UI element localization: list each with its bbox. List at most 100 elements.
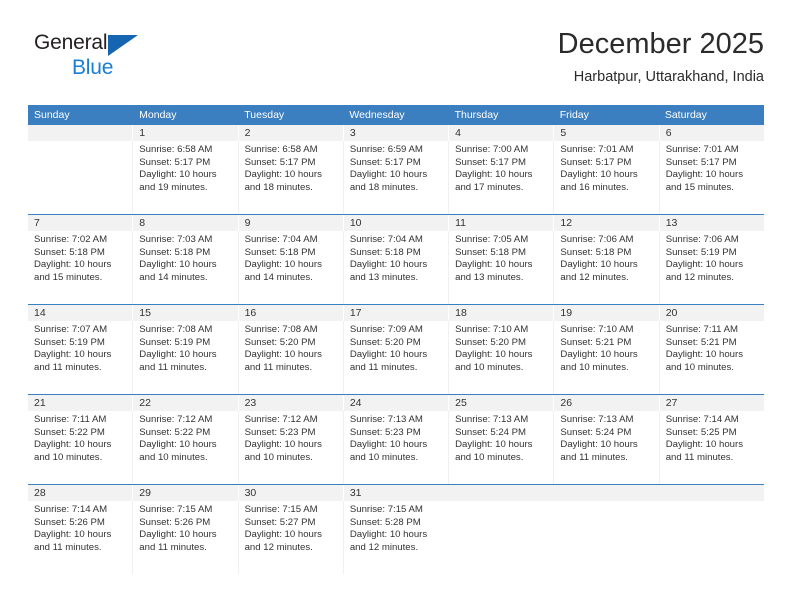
daylight-text-line1: Daylight: 10 hours <box>139 439 217 451</box>
day-number[interactable]: 20 <box>658 305 764 321</box>
day-number[interactable]: 12 <box>553 215 658 231</box>
sunset-text: Sunset: 5:26 PM <box>34 516 105 528</box>
page-header: General Blue December 2025 Harbatpur, Ut… <box>28 26 764 98</box>
daylight-text-line1: Daylight: 10 hours <box>665 439 744 451</box>
sunrise-text: Sunrise: 7:12 AM <box>139 414 213 425</box>
sunset-text: Sunset: 5:24 PM <box>560 426 632 438</box>
day-number[interactable]: 24 <box>342 395 448 411</box>
daylight-text-line2: and 11 minutes. <box>34 541 102 553</box>
week-row: 21 22 23 24 25 26 27 Sunrise: 7:11 AM Sunset: 5:… <box>28 394 764 484</box>
day-number[interactable]: 28 <box>28 485 132 501</box>
day-cell: Sunrise: 7:01 AM Sunset: 5:17 PM Daylight:… <box>553 141 658 214</box>
day-cell: Sunrise: 7:12 AM Sunset: 5:23 PM Daylight:… <box>237 411 343 484</box>
daylight-text-line2: and 10 minutes. <box>244 451 313 463</box>
sunset-text: Sunset: 5:18 PM <box>455 246 527 258</box>
daylight-text-line1: Daylight: 10 hours <box>244 349 322 361</box>
sunset-text: Sunset: 5:23 PM <box>244 426 316 438</box>
sunrise-text: Sunrise: 7:06 AM <box>560 234 634 245</box>
day-cell: Sunrise: 6:58 AM Sunset: 5:17 PM Daylight:… <box>237 141 343 214</box>
week-detail-row: Sunrise: 7:07 AM Sunset: 5:19 PM Daylight:… <box>28 321 764 394</box>
day-number[interactable]: 19 <box>553 305 658 321</box>
week-detail-row: Sunrise: 6:58 AM Sunset: 5:17 PM Daylight:… <box>28 141 764 214</box>
daylight-text-line1: Daylight: 10 hours <box>560 169 638 181</box>
general-blue-logo[interactable]: General Blue <box>34 30 154 86</box>
daylight-text-line1: Daylight: 10 hours <box>139 349 217 361</box>
daylight-text-line1: Daylight: 10 hours <box>560 259 638 271</box>
sunrise-text: Sunrise: 7:12 AM <box>244 414 318 425</box>
sunrise-text: Sunrise: 7:09 AM <box>349 324 423 335</box>
day-number[interactable]: 7 <box>28 215 132 231</box>
day-cell: Sunrise: 7:03 AM Sunset: 5:18 PM Daylight:… <box>132 231 237 304</box>
sunrise-text: Sunrise: 7:13 AM <box>560 414 634 425</box>
sunrise-text: Sunrise: 7:08 AM <box>139 324 213 335</box>
daylight-text-line1: Daylight: 10 hours <box>34 349 112 361</box>
day-number[interactable]: 17 <box>342 305 448 321</box>
day-cell: Sunrise: 7:14 AM Sunset: 5:26 PM Daylight:… <box>28 501 132 574</box>
sunset-text: Sunset: 5:17 PM <box>349 156 421 168</box>
day-cell: Sunrise: 7:02 AM Sunset: 5:18 PM Daylight:… <box>28 231 132 304</box>
day-number[interactable]: 15 <box>132 305 237 321</box>
daylight-text-line1: Daylight: 10 hours <box>139 529 217 541</box>
sunset-text: Sunset: 5:22 PM <box>139 426 211 438</box>
day-number[interactable]: 16 <box>237 305 343 321</box>
day-number[interactable]: 29 <box>132 485 237 501</box>
day-number[interactable]: 2 <box>237 125 343 141</box>
sunset-text: Sunset: 5:18 PM <box>349 246 421 258</box>
triangle-icon <box>108 35 138 56</box>
day-number[interactable]: 23 <box>237 395 343 411</box>
day-cell: Sunrise: 7:15 AM Sunset: 5:26 PM Daylight:… <box>132 501 237 574</box>
daylight-text-line2: and 15 minutes. <box>665 181 734 193</box>
day-number[interactable]: 26 <box>553 395 658 411</box>
day-number[interactable]: 21 <box>28 395 132 411</box>
day-number[interactable]: 18 <box>448 305 553 321</box>
week-row: 1 2 3 4 5 6 Sunrise: 6:58 AM Sunset: 5:17 PM Day… <box>28 125 764 214</box>
day-number[interactable]: 13 <box>658 215 764 231</box>
sunrise-text: Sunrise: 7:02 AM <box>34 234 108 245</box>
day-number[interactable]: 30 <box>237 485 343 501</box>
week-detail-row: Sunrise: 7:11 AM Sunset: 5:22 PM Daylight:… <box>28 411 764 484</box>
daylight-text-line1: Daylight: 10 hours <box>560 439 638 451</box>
week-date-number-row: 7 8 9 10 11 12 13 <box>28 215 764 231</box>
sunrise-text: Sunrise: 7:07 AM <box>34 324 108 335</box>
sunrise-text: Sunrise: 7:04 AM <box>349 234 423 245</box>
day-cell: Sunrise: 7:10 AM Sunset: 5:20 PM Daylight:… <box>448 321 553 394</box>
day-number[interactable]: 11 <box>448 215 553 231</box>
sunset-text: Sunset: 5:28 PM <box>349 516 421 528</box>
daylight-text-line2: and 10 minutes. <box>349 451 419 463</box>
day-cell: Sunrise: 7:04 AM Sunset: 5:18 PM Daylight:… <box>237 231 343 304</box>
weekday-header-saturday: Saturday <box>664 109 707 121</box>
day-number[interactable]: 9 <box>237 215 343 231</box>
sunrise-text: Sunrise: 7:06 AM <box>665 234 739 245</box>
daylight-text-line1: Daylight: 10 hours <box>244 439 322 451</box>
day-number[interactable]: 6 <box>658 125 764 141</box>
day-number[interactable]: 25 <box>448 395 553 411</box>
sunset-text: Sunset: 5:20 PM <box>244 336 316 348</box>
day-number[interactable]: 14 <box>28 305 132 321</box>
daylight-text-line1: Daylight: 10 hours <box>244 529 322 541</box>
day-cell: Sunrise: 7:01 AM Sunset: 5:17 PM Daylight:… <box>658 141 764 214</box>
day-cell: Sunrise: 7:06 AM Sunset: 5:19 PM Daylight:… <box>658 231 764 304</box>
day-number[interactable]: 3 <box>342 125 448 141</box>
day-number[interactable]: 31 <box>342 485 448 501</box>
day-number[interactable]: 8 <box>132 215 237 231</box>
daylight-text-line2: and 13 minutes. <box>455 271 524 283</box>
day-number[interactable]: 27 <box>658 395 764 411</box>
day-cell: Sunrise: 7:13 AM Sunset: 5:24 PM Daylight:… <box>448 411 553 484</box>
weeks-container: 1 2 3 4 5 6 Sunrise: 6:58 AM Sunset: 5:17 PM Day… <box>28 125 764 574</box>
day-cell: Sunrise: 7:04 AM Sunset: 5:18 PM Daylight:… <box>342 231 448 304</box>
sunrise-text: Sunrise: 7:14 AM <box>34 504 108 515</box>
day-cell: Sunrise: 7:15 AM Sunset: 5:27 PM Daylight:… <box>237 501 343 574</box>
daylight-text-line1: Daylight: 10 hours <box>560 349 638 361</box>
weekday-header-wednesday: Wednesday <box>349 109 405 121</box>
daylight-text-line1: Daylight: 10 hours <box>349 439 428 451</box>
sunset-text: Sunset: 5:17 PM <box>665 156 737 168</box>
daylight-text-line1: Daylight: 10 hours <box>34 439 112 451</box>
daylight-text-line1: Daylight: 10 hours <box>34 259 112 271</box>
day-number[interactable]: 4 <box>448 125 553 141</box>
day-cell: Sunrise: 7:11 AM Sunset: 5:21 PM Daylight:… <box>658 321 764 394</box>
day-number[interactable]: 22 <box>132 395 237 411</box>
sunrise-text: Sunrise: 7:15 AM <box>349 504 423 515</box>
day-number[interactable]: 10 <box>342 215 448 231</box>
day-number[interactable]: 1 <box>132 125 237 141</box>
day-number[interactable]: 5 <box>553 125 658 141</box>
